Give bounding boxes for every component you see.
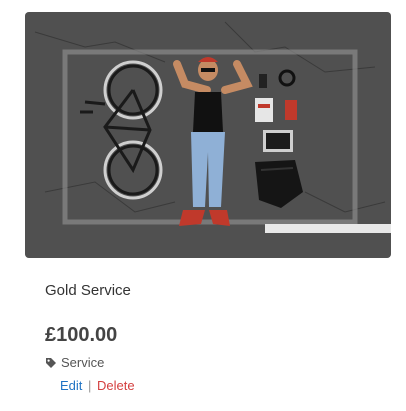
delete-link[interactable]: Delete (97, 378, 135, 393)
product-actions: Edit | Delete (60, 378, 135, 393)
edit-link[interactable]: Edit (60, 378, 82, 393)
product-image[interactable] (25, 12, 391, 258)
category-label: Service (61, 355, 105, 370)
product-card: Gold Service £100.00 Service Edit | Dele… (0, 0, 406, 411)
product-title: Gold Service (45, 282, 131, 299)
product-category: Service (45, 355, 104, 370)
tag-icon (45, 357, 57, 369)
action-separator: | (88, 378, 92, 393)
product-price: £100.00 (45, 324, 118, 346)
